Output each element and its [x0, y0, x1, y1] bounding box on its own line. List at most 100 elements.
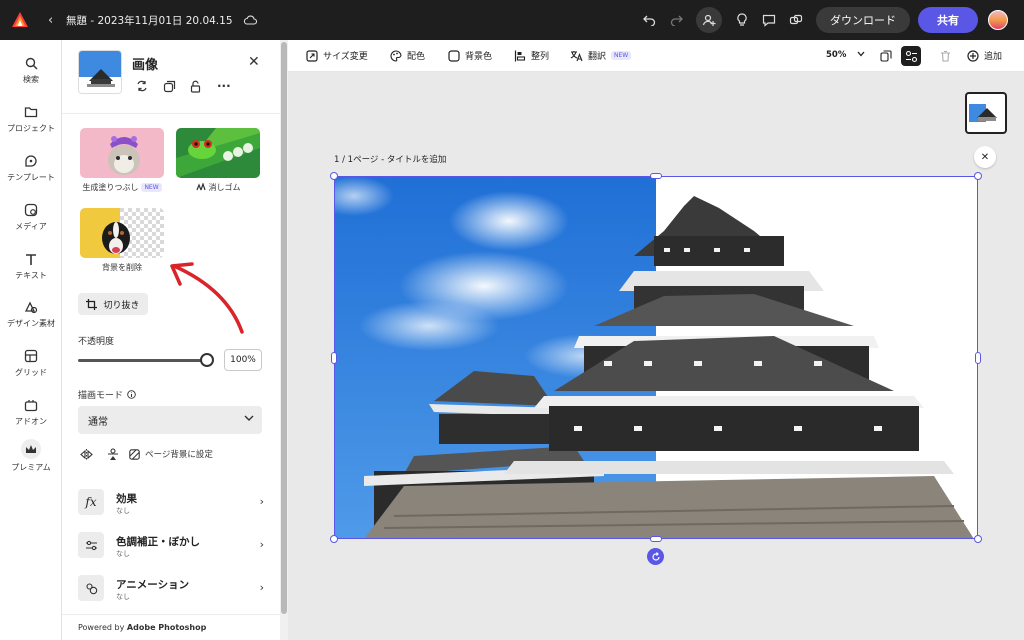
back-chevron-icon[interactable]: ‹ [48, 13, 62, 28]
rail-label: 検索 [23, 75, 39, 84]
resize-handle-bottom[interactable] [650, 536, 662, 542]
resize-handle-bottom-left[interactable] [330, 535, 338, 543]
ai-tool-label: 消しゴム [208, 183, 241, 192]
add-button[interactable]: 追加 [967, 49, 1002, 62]
lightbulb-icon[interactable] [729, 7, 755, 33]
close-panel-icon[interactable]: ✕ [248, 54, 260, 70]
sliders-icon [78, 532, 104, 558]
close-page-icon[interactable]: ✕ [974, 146, 996, 168]
crop-icon [86, 298, 98, 310]
cloud-sync-icon[interactable] [243, 15, 257, 25]
blend-mode-value: 通常 [88, 416, 108, 428]
eraser-sparkle-icon [195, 181, 206, 193]
animation-section[interactable]: アニメーション なし › [78, 575, 264, 605]
undo-icon[interactable] [636, 7, 662, 33]
share-button[interactable]: 共有 [918, 7, 978, 33]
ai-tool-label: 生成塗りつぶし [82, 183, 139, 192]
set-page-background-button[interactable]: ページ背景に設定 [129, 448, 213, 460]
page-background-icon [129, 448, 140, 460]
rail-item-media[interactable]: メディア [0, 201, 62, 232]
rail-item-text[interactable]: テキスト [0, 250, 62, 281]
translate-button[interactable]: 翻訳 NEW [570, 49, 632, 62]
opacity-slider-track[interactable] [78, 359, 206, 362]
rail-item-templates[interactable]: テンプレート [0, 152, 62, 183]
zoom-select[interactable]: 50% [826, 50, 865, 60]
rail-item-premium[interactable]: プレミアム [0, 439, 62, 473]
delete-icon[interactable] [935, 46, 955, 66]
opacity-slider-handle[interactable] [200, 353, 214, 367]
opacity-input[interactable]: 100% [224, 349, 262, 371]
info-icon[interactable] [127, 390, 136, 399]
divider [62, 113, 280, 114]
copy-link-icon[interactable] [783, 7, 809, 33]
eraser-tool[interactable]: 消しゴム [176, 128, 260, 193]
blend-mode-select[interactable]: 通常 [78, 406, 262, 434]
color-theme-button[interactable]: 配色 [390, 49, 425, 62]
user-avatar[interactable] [988, 10, 1008, 30]
background-color-button[interactable]: 背景色 [448, 49, 492, 62]
unlock-icon[interactable] [190, 78, 217, 94]
panel-scrollbar[interactable] [280, 40, 288, 640]
new-badge: NEW [611, 51, 632, 60]
rail-item-projects[interactable]: プロジェクト [0, 103, 62, 134]
resize-handle-left[interactable] [331, 352, 337, 364]
section-title: 効果 [116, 493, 137, 505]
remove-background-tool[interactable]: 背景を削除 [80, 208, 164, 273]
adobe-express-logo-icon[interactable] [0, 0, 40, 40]
invite-user-icon[interactable] [696, 7, 722, 33]
rail-label: テキスト [15, 271, 47, 280]
addon-icon [0, 396, 62, 414]
arrange-button[interactable]: 整列 [514, 49, 549, 62]
generative-fill-thumbnail [80, 128, 164, 178]
resize-button[interactable]: サイズ変更 [306, 49, 368, 62]
rail-label: テンプレート [7, 173, 55, 182]
chevron-right-icon: › [259, 581, 264, 594]
ai-tool-label: 背景を削除 [102, 263, 142, 272]
flip-horizontal-icon[interactable] [80, 448, 93, 460]
section-subtitle: なし [116, 507, 130, 515]
comment-icon[interactable] [756, 7, 782, 33]
page-title-label[interactable]: 1 / 1ページ - タイトルを追加 [334, 153, 446, 165]
rail-label: メディア [15, 222, 47, 231]
resize-handle-bottom-right[interactable] [974, 535, 982, 543]
smart-tools-icon[interactable] [901, 46, 921, 66]
canvas-toolbar: サイズ変更 配色 背景色 整列 翻訳 NEW 50% 追加 [288, 40, 1024, 72]
more-options-icon[interactable]: ··· [217, 78, 244, 94]
download-button[interactable]: ダウンロード [816, 7, 910, 33]
flip-vertical-icon[interactable] [107, 448, 119, 460]
resize-handle-top[interactable] [650, 173, 662, 179]
blend-mode-heading: 描画モード [78, 388, 136, 401]
rail-item-grid[interactable]: グリッド [0, 347, 62, 378]
replace-image-icon[interactable] [136, 78, 163, 94]
page-thumbnail[interactable] [965, 92, 1007, 134]
annotation-arrow-icon [170, 262, 244, 334]
new-badge: NEW [141, 183, 162, 192]
castle-photo[interactable] [314, 176, 978, 539]
template-icon [0, 152, 62, 170]
redo-icon[interactable] [663, 7, 689, 33]
crown-icon [0, 439, 62, 459]
search-icon [0, 54, 62, 72]
crop-button[interactable]: 切り抜き [78, 293, 148, 315]
media-icon [0, 201, 62, 219]
panel-scrollbar-thumb[interactable] [281, 42, 287, 614]
rail-item-search[interactable]: 検索 [0, 54, 62, 85]
generative-fill-tool[interactable]: 生成塗りつぶし NEW [80, 128, 164, 193]
duplicate-icon[interactable] [163, 78, 190, 94]
resize-handle-top-right[interactable] [974, 172, 982, 180]
layers-icon[interactable] [876, 46, 896, 66]
set-page-background-label: ページ背景に設定 [145, 450, 213, 460]
adjustments-section[interactable]: 色調補正・ぼかし なし › [78, 532, 264, 562]
rotate-handle-icon[interactable] [647, 548, 664, 565]
resize-handle-right[interactable] [975, 352, 981, 364]
effects-section[interactable]: fx 効果 なし › [78, 489, 264, 519]
rail-label: プレミアム [11, 463, 51, 472]
remove-background-thumbnail [80, 208, 164, 258]
canvas-artboard[interactable] [314, 176, 978, 539]
image-properties-panel: 画像 ✕ ··· 生成塗りつぶし NEW 消しゴム 背景を削除 切り抜き 不透明… [62, 40, 280, 640]
document-title[interactable]: 無題 - 2023年11月01日 20.04.15 [66, 13, 233, 28]
rail-item-design-assets[interactable]: デザイン素材 [0, 298, 62, 329]
resize-handle-top-left[interactable] [330, 172, 338, 180]
section-title: アニメーション [116, 579, 190, 591]
rail-item-addons[interactable]: アドオン [0, 396, 62, 427]
